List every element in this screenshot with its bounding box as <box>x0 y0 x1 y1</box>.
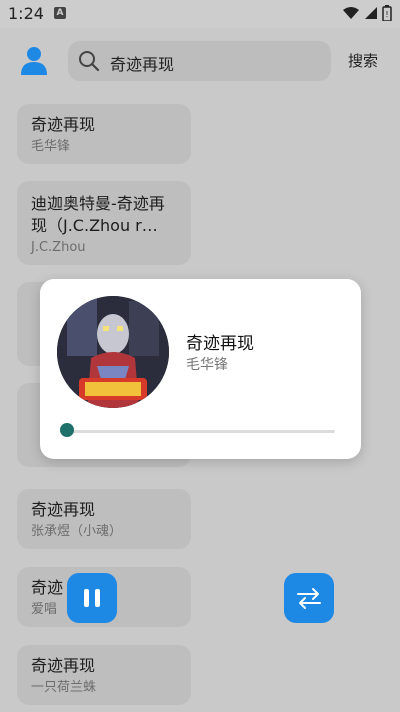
swap-arrows-icon <box>297 588 321 609</box>
song-artist: 毛华锋 <box>31 139 71 154</box>
now-playing-artist: 毛华锋 <box>186 357 228 373</box>
song-title: 奇迹再现 <box>31 115 96 134</box>
song-title: 迪迦奥特曼-奇迹再现（J.C.Zhou r… <box>31 194 165 235</box>
song-title: 奇迹再现 <box>31 656 96 675</box>
song-card[interactable]: 奇迹再现 一只荷兰蛛 <box>17 645 191 705</box>
progress-handle[interactable] <box>60 423 74 437</box>
search-icon <box>79 51 100 72</box>
wifi-icon <box>343 7 359 19</box>
status-time: 1:24 <box>8 4 44 23</box>
battery-icon: ! <box>382 5 392 21</box>
search-input[interactable]: 奇迹再现 <box>110 51 174 75</box>
song-title: 奇迹再现 <box>31 500 96 519</box>
user-avatar-icon[interactable] <box>18 44 50 76</box>
now-playing-card[interactable]: 奇迹再现 毛华锋 <box>40 279 361 459</box>
song-card[interactable]: 迪迦奥特曼-奇迹再现（J.C.Zhou r… J.C.Zhou <box>17 181 191 265</box>
song-card[interactable]: 奇迹再现 张承煜（小魂） <box>17 489 191 549</box>
loop-mode-button[interactable] <box>284 573 334 623</box>
notification-icon: A <box>54 7 66 19</box>
header: 奇迹再现 搜索 <box>0 28 400 92</box>
status-bar: 1:24 A ! <box>0 0 400 28</box>
song-artist: J.C.Zhou <box>31 240 86 255</box>
progress-bar[interactable] <box>67 430 335 433</box>
search-button[interactable]: 搜索 <box>348 50 378 71</box>
song-artist: 张承煜（小魂） <box>31 524 123 539</box>
status-icons: ! <box>342 5 392 21</box>
search-box[interactable]: 奇迹再现 <box>68 41 331 81</box>
now-playing-title: 奇迹再现 <box>186 334 254 354</box>
album-cover <box>57 296 169 408</box>
cover-art-icon <box>57 296 169 408</box>
song-artist: 一只荷兰蛛 <box>31 680 97 695</box>
song-card[interactable]: 奇迹再现 毛华锋 <box>17 104 191 164</box>
pause-button[interactable] <box>67 573 117 623</box>
pause-icon <box>84 589 100 607</box>
svg-text:!: ! <box>385 10 388 19</box>
signal-icon <box>365 7 377 19</box>
